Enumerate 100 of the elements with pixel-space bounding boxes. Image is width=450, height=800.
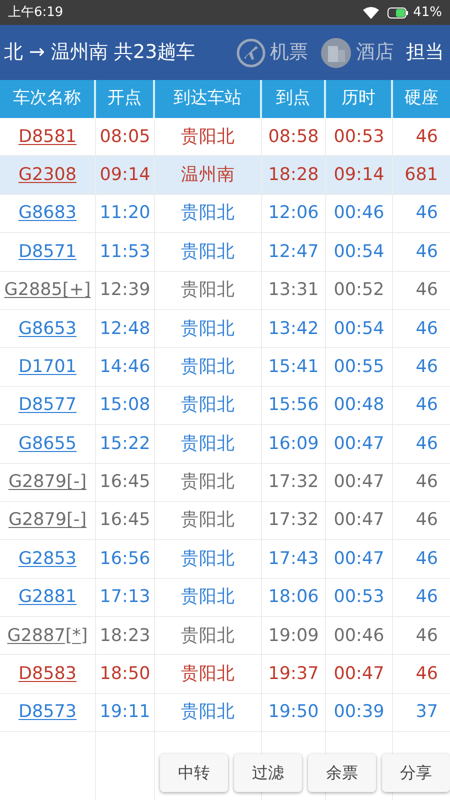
table-cell: 16:45 xyxy=(96,502,155,540)
table-row[interactable]: G2308 09:14 温州南 18:28 09:14 681 xyxy=(0,156,450,195)
table-cell: 贵阳北 xyxy=(155,502,262,540)
table-row[interactable]: D8573 19:11 贵阳北 19:50 00:39 37 xyxy=(0,694,450,732)
title-action-button[interactable]: 机票 xyxy=(230,38,314,68)
train-number-link[interactable]: G8653 xyxy=(0,310,96,348)
train-number-link[interactable]: D8571 xyxy=(0,233,96,271)
train-number-link[interactable]: G2887[*] xyxy=(0,617,96,654)
train-number-link[interactable]: D8573 xyxy=(0,694,96,732)
table-row[interactable]: G2853 16:56 贵阳北 17:43 00:47 46 xyxy=(0,540,450,579)
action-button[interactable]: 分享 xyxy=(382,754,450,792)
table-row[interactable]: G8655 15:22 贵阳北 16:09 00:47 46 xyxy=(0,425,450,464)
table-cell: 00:46 xyxy=(326,617,393,654)
train-number-link[interactable]: G2881 xyxy=(0,578,96,616)
table-cell: 09:14 xyxy=(326,156,393,194)
table-cell: 09:14 xyxy=(96,156,155,194)
table-cell: 贵阳北 xyxy=(155,194,262,232)
table-cell: 00:53 xyxy=(326,578,393,616)
table-cell: 贵阳北 xyxy=(155,118,262,156)
table-cell-text: 37 xyxy=(414,701,439,724)
table-row[interactable]: D8581 08:05 贵阳北 08:58 00:53 46 xyxy=(0,118,450,156)
table-row[interactable]: D1701 14:46 贵阳北 15:41 00:55 46 xyxy=(0,348,450,387)
train-number-link[interactable]: D8577 xyxy=(0,386,96,424)
table-cell: 贵阳北 xyxy=(155,655,262,693)
table-cell: 17:43 xyxy=(262,540,326,578)
table-cell: 18:50 xyxy=(96,655,155,693)
table-cell: 贵阳北 xyxy=(155,233,262,271)
table-cell: 17:32 xyxy=(262,502,326,540)
table-cell: 11:20 xyxy=(96,194,155,232)
table-cell: 15:41 xyxy=(262,348,326,386)
wifi-icon xyxy=(363,6,380,18)
action-button[interactable]: 余票 xyxy=(308,754,376,792)
table-cell: 19:11 xyxy=(96,694,155,732)
table-cell: 贵阳北 xyxy=(155,272,262,309)
train-number-link[interactable]: G8683 xyxy=(0,194,96,232)
table-cell: 14:46 xyxy=(96,348,155,386)
train-number-link[interactable]: G2853 xyxy=(0,540,96,578)
table-cell: 11:53 xyxy=(96,233,155,271)
table-cell-text: 46 xyxy=(414,586,439,610)
table-cell: 19:09 xyxy=(262,617,326,654)
table-cell-text: 681 xyxy=(404,164,439,187)
table-cell-text: 46 xyxy=(414,318,439,341)
table-cell: 贵阳北 xyxy=(155,578,262,616)
table-cell: 15:08 xyxy=(96,386,155,424)
table-cell: 00:47 xyxy=(326,464,393,501)
table-cell: 贵阳北 xyxy=(155,617,262,654)
table-row[interactable]: D8577 15:08 贵阳北 15:56 00:48 46 xyxy=(0,386,450,426)
train-number-link[interactable]: D8583 xyxy=(0,655,96,693)
table-cell: 12:06 xyxy=(262,194,326,232)
table-cell: 贵阳北 xyxy=(155,540,262,578)
table-cell: 00:52 xyxy=(326,272,393,309)
table-cell-text: 46 xyxy=(414,663,439,686)
train-number-link[interactable]: G2879[-] xyxy=(0,464,96,501)
status-time: 上午6:19 xyxy=(8,4,64,22)
table-cell-text: 46 xyxy=(414,624,439,648)
train-number-link[interactable]: D1701 xyxy=(0,348,96,386)
table-cell: 13:31 xyxy=(262,272,326,309)
table-cell: 00:48 xyxy=(326,386,393,424)
table-cell: 08:58 xyxy=(262,118,326,156)
table-row[interactable]: D8583 18:50 贵阳北 19:37 00:47 46 xyxy=(0,655,450,694)
table-row[interactable]: G2881 17:13 贵阳北 18:06 00:53 46 xyxy=(0,578,450,618)
table-row[interactable]: G2879[-] 16:45 贵阳北 17:32 00:47 46 xyxy=(0,464,450,502)
table-cell: 00:47 xyxy=(326,540,393,578)
train-number-link[interactable]: G8655 xyxy=(0,425,96,463)
table-cell: 贵阳北 xyxy=(155,464,262,501)
table-cell: 15:56 xyxy=(262,386,326,424)
table-cell: 00:53 xyxy=(326,118,393,156)
table-cell: 贵阳北 xyxy=(155,386,262,424)
table-cell: 00:47 xyxy=(326,425,393,463)
train-number-link[interactable]: G2879[-] xyxy=(0,502,96,540)
table-row[interactable]: G8683 11:20 贵阳北 12:06 00:46 46 xyxy=(0,194,450,234)
table-cell: 00:46 xyxy=(326,194,393,232)
action-button[interactable]: 中转 xyxy=(160,754,228,792)
table-cell: 15:22 xyxy=(96,425,155,463)
table-row[interactable]: G8653 12:48 贵阳北 13:42 00:54 46 xyxy=(0,310,450,348)
train-number-link[interactable]: G2308 xyxy=(0,156,96,194)
train-number-link[interactable]: G2885[+] xyxy=(0,272,96,309)
table-cell: 16:45 xyxy=(96,464,155,501)
table-cell-text: 46 xyxy=(414,356,439,379)
table-cell: 17:32 xyxy=(262,464,326,501)
table-cell: 贵阳北 xyxy=(155,348,262,386)
table-row[interactable]: G2885[+] 12:39 贵阳北 13:31 00:52 46 xyxy=(0,272,450,310)
table-cell: 16:56 xyxy=(96,540,155,578)
table-cell: 16:09 xyxy=(262,425,326,463)
table-row[interactable]: D8571 11:53 贵阳北 12:47 00:54 46 xyxy=(0,233,450,272)
table-cell: 00:54 xyxy=(326,233,393,271)
action-button[interactable]: 过滤 xyxy=(234,754,302,792)
table-cell-text: 46 xyxy=(414,509,439,532)
table-row[interactable]: G2887[*] 18:23 贵阳北 19:09 00:46 46 xyxy=(0,617,450,656)
table-cell: 12:47 xyxy=(262,233,326,271)
title-action-button[interactable]: 担当 xyxy=(400,38,450,67)
column-header[interactable]: 硬座 xyxy=(393,80,450,118)
title-action-button[interactable]: 酒店 xyxy=(314,36,400,68)
table-cell: 19:37 xyxy=(262,655,326,693)
table-cell: 18:28 xyxy=(262,156,326,194)
table-cell: 00:47 xyxy=(326,655,393,693)
table-cell: 贵阳北 xyxy=(155,425,262,463)
table-row[interactable]: G2879[-] 16:45 贵阳北 17:32 00:47 46 xyxy=(0,502,450,540)
train-number-link[interactable]: D8581 xyxy=(0,118,96,156)
table-cell: 12:39 xyxy=(96,272,155,309)
